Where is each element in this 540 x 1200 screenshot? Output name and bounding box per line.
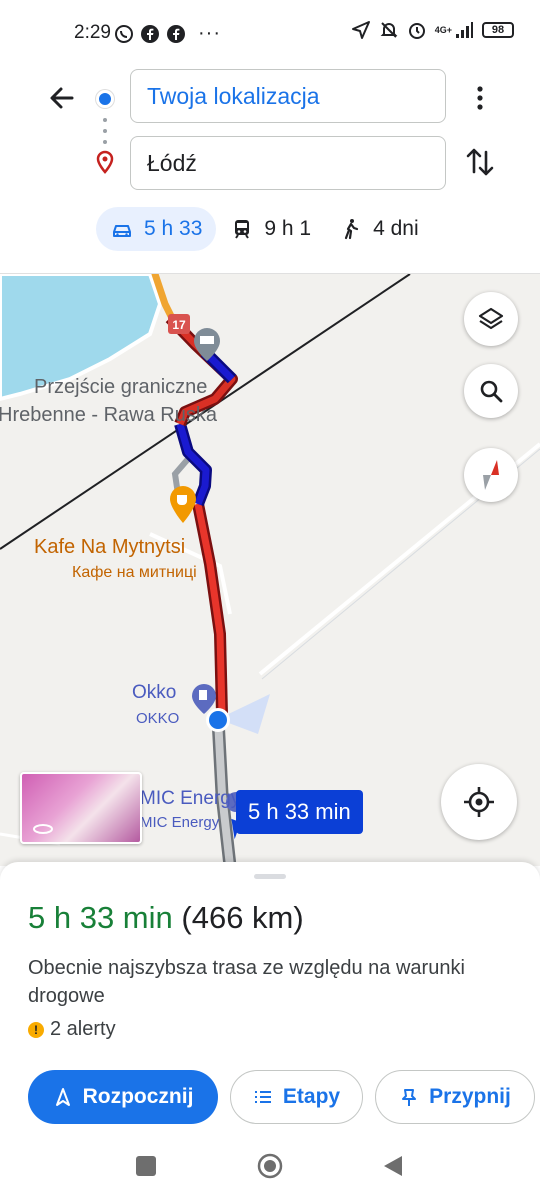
compass-button[interactable] [464, 448, 518, 502]
home-icon[interactable] [256, 1152, 284, 1180]
destination-input[interactable]: Łódź [130, 136, 446, 190]
car-icon [113, 225, 131, 237]
train-icon [235, 220, 250, 239]
map-label-cafe[interactable]: Kafe Na Mytnytsi [34, 536, 185, 559]
origin-input[interactable]: Twoja lokalizacja [130, 69, 446, 123]
map-search-button[interactable] [464, 364, 518, 418]
system-navigation-bar [0, 1144, 540, 1200]
layers-button[interactable] [464, 292, 518, 346]
route-summary-sheet[interactable]: 5 h 33 min (466 km) Obecnie najszybsza t… [0, 862, 540, 1144]
recent-apps-icon[interactable] [136, 1156, 156, 1176]
bell-off-icon [380, 22, 398, 38]
map-label-cafe-local[interactable]: Кафе на митниці [72, 564, 197, 582]
status-time: 2:29 [74, 22, 111, 43]
warning-icon: ! [28, 1021, 44, 1038]
start-button[interactable]: Rozpocznij [28, 1070, 218, 1124]
steps-button-label: Etapy [282, 1085, 341, 1108]
map-label-mic-energy[interactable]: MIC Energy [140, 788, 240, 810]
network-label: 4G+ [434, 25, 452, 35]
system-back-icon[interactable] [382, 1154, 404, 1178]
tab-car-label: 5 h 33 [144, 217, 203, 240]
navigation-arrow-icon [55, 1088, 70, 1106]
route-connector [103, 118, 107, 144]
route-description: Obecnie najszybsza trasa ze względu na w… [28, 957, 465, 1007]
signal-icon [456, 22, 473, 38]
alarm-icon [408, 23, 425, 39]
more-options-icon[interactable] [466, 80, 494, 116]
origin-dot-icon [96, 90, 114, 108]
travel-mode-tabs: 5 h 33 9 h 1 4 dni [96, 207, 433, 251]
tab-train[interactable]: 9 h 1 [216, 207, 325, 251]
map-label-okko[interactable]: Okko [132, 682, 176, 704]
facebook-icon [141, 24, 159, 43]
status-more: ··· [198, 22, 221, 44]
list-icon [254, 1091, 271, 1103]
location-arrow-icon [351, 21, 370, 39]
map-label-border-crossing-name[interactable]: Hrebenne - Rawa Ruska [0, 404, 217, 427]
route-distance: (466 km) [181, 900, 304, 935]
walk-icon [345, 219, 359, 240]
battery-indicator: 98 [482, 22, 514, 38]
map-view[interactable]: 17 Przejście graniczne Hrebenne - Rawa R… [0, 274, 540, 866]
map-label-okko-local[interactable]: OKKO [136, 710, 179, 727]
crosshair-icon [464, 787, 494, 817]
tab-walk[interactable]: 4 dni [325, 207, 433, 251]
compass-icon [483, 460, 499, 490]
status-bar: 2:29 ··· 4G+ 98 [0, 0, 540, 64]
back-arrow-icon[interactable] [44, 80, 80, 116]
pin-button-label: Przypnij [429, 1085, 511, 1108]
map-label-border-crossing[interactable]: Przejście graniczne [34, 376, 207, 399]
swap-route-icon[interactable] [462, 144, 498, 180]
route-duration: 5 h 33 min (466 km) [28, 900, 304, 936]
street-view-thumbnail[interactable] [20, 772, 142, 844]
duration-time: 5 h 33 min [28, 900, 173, 935]
whatsapp-icon [115, 24, 133, 43]
route-alerts[interactable]: ! 2 alerty [28, 1018, 116, 1041]
road-number-label: 17 [172, 318, 186, 332]
steps-button[interactable]: Etapy [230, 1070, 363, 1124]
eta-callout[interactable]: 5 h 33 min [236, 790, 363, 834]
destination-pin-icon [96, 150, 114, 174]
rotate-360-icon [33, 824, 53, 834]
start-button-label: Rozpocznij [82, 1085, 194, 1108]
pin-button[interactable]: Przypnij [375, 1070, 535, 1124]
facebook-icon [167, 24, 185, 43]
sheet-drag-handle[interactable] [254, 874, 286, 879]
map-label-mic-energy-local[interactable]: MIC Energy [140, 814, 219, 831]
tab-car[interactable]: 5 h 33 [96, 207, 217, 251]
search-icon [480, 380, 503, 403]
alerts-label: 2 alerty [50, 1018, 116, 1040]
route-header: Twoja lokalizacja Łódź 5 h 33 9 h 1 4 dn… [0, 64, 540, 274]
tab-walk-label: 4 dni [373, 217, 419, 240]
layers-icon [478, 307, 504, 330]
my-location-button[interactable] [441, 764, 517, 840]
tab-train-label: 9 h 1 [264, 217, 312, 240]
route-actions: Rozpocznij Etapy Przypnij [28, 1070, 535, 1124]
pushpin-icon [402, 1089, 417, 1106]
